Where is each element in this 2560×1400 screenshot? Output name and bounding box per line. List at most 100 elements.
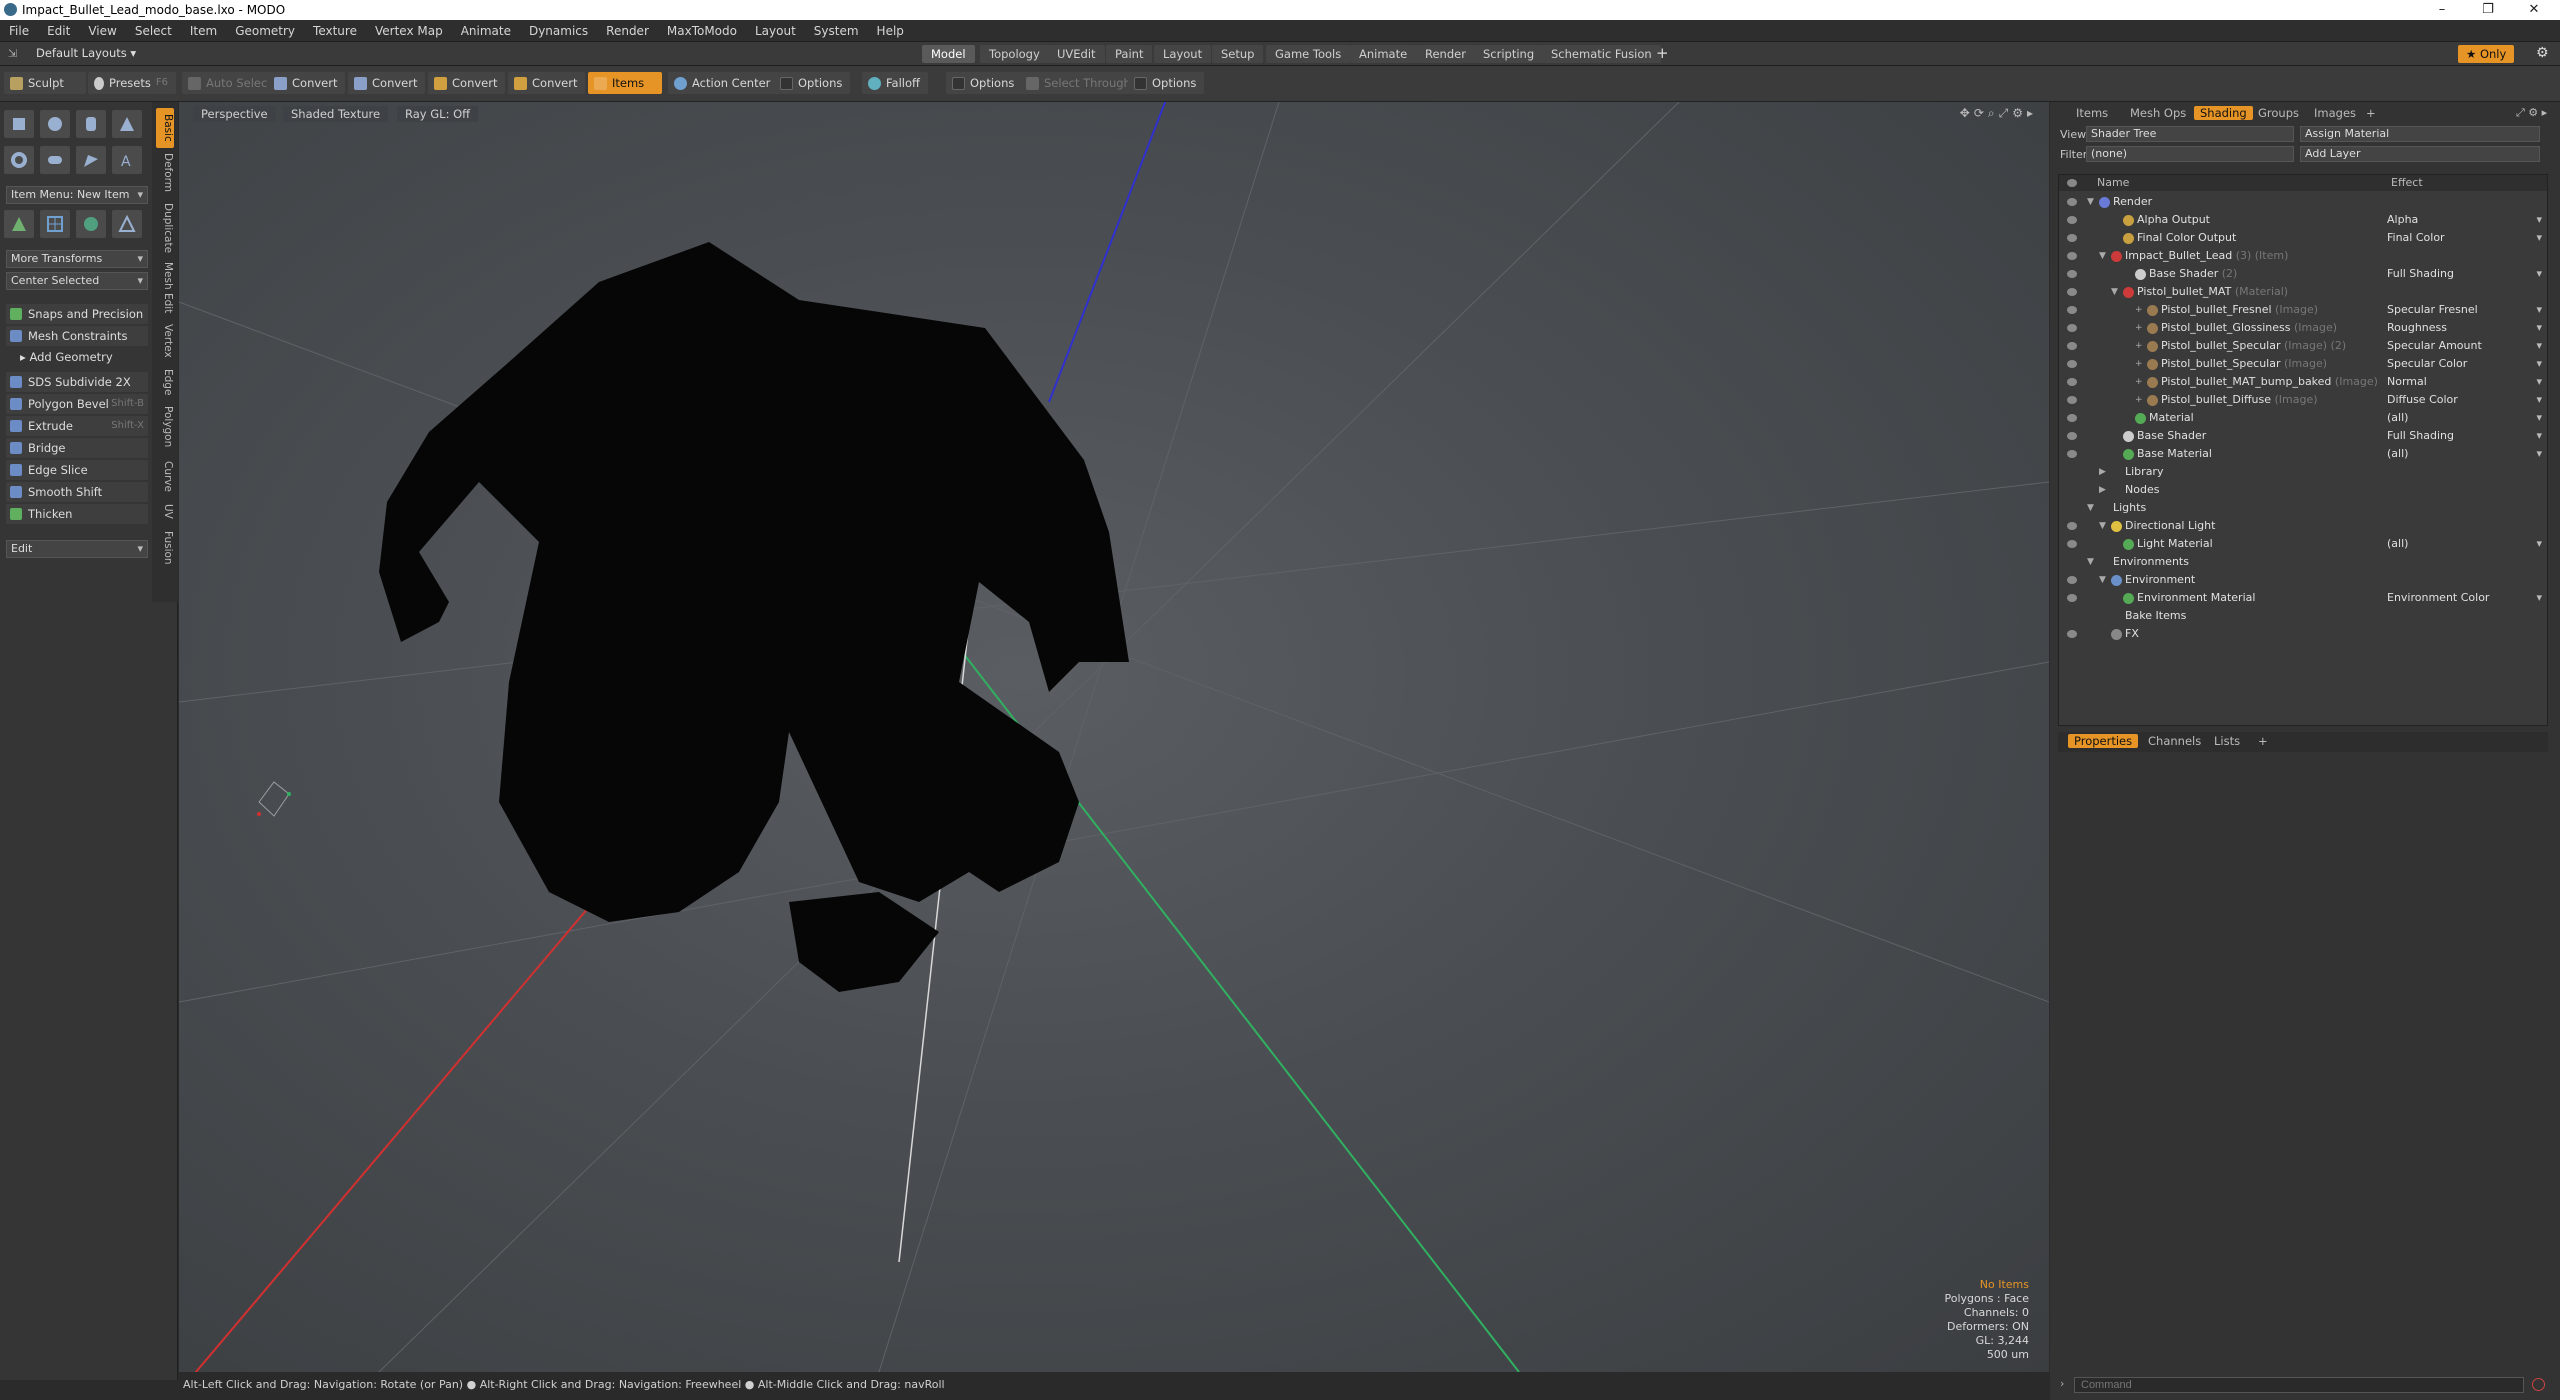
minimize-button[interactable]: –: [2430, 2, 2454, 17]
shader-tree-row[interactable]: Base Material (all): [2059, 445, 2547, 463]
shader-tree-row[interactable]: ▼ Directional Light: [2059, 517, 2547, 535]
edge-slice-button[interactable]: Edge Slice: [6, 460, 148, 480]
vtab-duplicate[interactable]: Duplicate: [156, 200, 174, 256]
bridge-button[interactable]: Bridge: [6, 438, 148, 458]
tab-schematic-fusion[interactable]: Schematic Fusion: [1542, 45, 1661, 63]
action-center-button[interactable]: Action Center: [668, 72, 779, 94]
close-button[interactable]: ✕: [2522, 2, 2546, 17]
layer-effect-dropdown[interactable]: (all): [2387, 409, 2542, 427]
sphere-icon[interactable]: [40, 110, 70, 138]
expand-toggle-icon[interactable]: +: [2135, 301, 2143, 319]
expand-toggle-icon[interactable]: +: [2135, 319, 2143, 337]
shader-tree-row[interactable]: + Pistol_bullet_Specular (Image) (2) Specu…: [2059, 337, 2547, 355]
visibility-eye-icon[interactable]: [2067, 252, 2077, 260]
tab-channels[interactable]: Channels: [2142, 734, 2207, 748]
tab-lists[interactable]: Lists: [2208, 734, 2246, 748]
gear-icon[interactable]: ⚙: [2536, 45, 2549, 61]
visibility-eye-icon[interactable]: [2067, 234, 2077, 242]
menu-system[interactable]: System: [805, 24, 868, 38]
tab-render[interactable]: Render: [1416, 45, 1475, 63]
tab-images[interactable]: Images: [2308, 106, 2362, 120]
capsule-icon[interactable]: [40, 146, 70, 174]
visibility-eye-icon[interactable]: [2067, 432, 2077, 440]
visibility-eye-icon[interactable]: [2067, 396, 2077, 404]
expand-toggle-icon[interactable]: ▼: [2099, 247, 2106, 265]
visibility-eye-icon[interactable]: [2067, 522, 2077, 530]
menu-geometry[interactable]: Geometry: [226, 24, 304, 38]
3d-viewport[interactable]: [179, 102, 2049, 1372]
shader-tree-row[interactable]: ▶ Library: [2059, 463, 2547, 481]
visibility-eye-icon[interactable]: [2067, 198, 2077, 206]
menu-vertex-map[interactable]: Vertex Map: [366, 24, 452, 38]
visibility-eye-icon[interactable]: [2067, 216, 2077, 224]
vtab-edge[interactable]: Edge: [156, 366, 174, 398]
snaps-precision-button[interactable]: Snaps and Precision: [6, 304, 148, 324]
plane-tool-icon[interactable]: [112, 210, 142, 238]
layer-effect-dropdown[interactable]: Roughness: [2387, 319, 2542, 337]
menu-maxtomodo[interactable]: MaxToModo: [658, 24, 746, 38]
shader-tree-row[interactable]: + Pistol_bullet_Diffuse (Image) Diffuse Co…: [2059, 391, 2547, 409]
tab-model[interactable]: Model: [922, 45, 975, 63]
edit-dropdown[interactable]: Edit: [6, 540, 148, 558]
item-menu-dropdown[interactable]: Item Menu: New Item: [6, 186, 148, 204]
vtab-uv[interactable]: UV: [156, 500, 174, 522]
smooth-shift-button[interactable]: Smooth Shift: [6, 482, 148, 502]
sculpt-button[interactable]: Sculpt: [4, 72, 86, 94]
add-tab-button[interactable]: +: [1656, 44, 1669, 62]
column-effect[interactable]: Effect: [2391, 175, 2423, 191]
cone-icon[interactable]: [112, 110, 142, 138]
extrude-button[interactable]: Extrude Shift-X: [6, 416, 148, 436]
visibility-eye-icon[interactable]: [2067, 324, 2077, 332]
center-selected-dropdown[interactable]: Center Selected: [6, 272, 148, 290]
viewport-nav-icons[interactable]: ✥⟳⌕⤢⚙▸: [1960, 106, 2037, 121]
layer-effect-dropdown[interactable]: (all): [2387, 445, 2542, 463]
shader-tree-row[interactable]: Bake Items: [2059, 607, 2547, 625]
tab-scripting[interactable]: Scripting: [1474, 45, 1544, 63]
convert-button-3[interactable]: Convert: [428, 72, 506, 94]
shader-tree-row[interactable]: Light Material (all): [2059, 535, 2547, 553]
globe-tool-icon[interactable]: [76, 210, 106, 238]
shader-tree-row[interactable]: ▼ Environment: [2059, 571, 2547, 589]
vtab-polygon[interactable]: Polygon: [156, 402, 174, 452]
tab-shading[interactable]: Shading: [2194, 106, 2253, 120]
shader-tree-row[interactable]: FX: [2059, 625, 2547, 643]
shape-tool-icon[interactable]: [4, 210, 34, 238]
shader-tree-row[interactable]: + Pistol_bullet_Fresnel (Image) Specular F…: [2059, 301, 2547, 319]
shader-tree-row[interactable]: Material (all): [2059, 409, 2547, 427]
restore-button[interactable]: ❐: [2476, 2, 2500, 17]
menu-select[interactable]: Select: [126, 24, 181, 38]
layer-effect-dropdown[interactable]: (all): [2387, 535, 2542, 553]
cube-icon[interactable]: [4, 110, 34, 138]
menu-layout[interactable]: Layout: [746, 24, 805, 38]
auto-select-button[interactable]: Auto Select: [182, 72, 280, 94]
add-panel-tab[interactable]: +: [2360, 106, 2382, 120]
layer-effect-dropdown[interactable]: Alpha: [2387, 211, 2542, 229]
shader-tree-row[interactable]: Base Shader Full Shading: [2059, 427, 2547, 445]
polygon-bevel-button[interactable]: Polygon Bevel Shift-B: [6, 394, 148, 414]
visibility-eye-icon[interactable]: [2067, 414, 2077, 422]
column-name[interactable]: Name: [2097, 175, 2129, 191]
vtab-fusion[interactable]: Fusion: [156, 526, 174, 570]
shader-tree-row[interactable]: Alpha Output Alpha: [2059, 211, 2547, 229]
layout-pin-icon[interactable]: ⇲: [8, 47, 17, 60]
menu-help[interactable]: Help: [868, 24, 913, 38]
assign-material-button[interactable]: Assign Material: [2300, 126, 2540, 142]
tab-animate[interactable]: Animate: [1350, 45, 1417, 63]
layer-effect-dropdown[interactable]: Specular Color: [2387, 355, 2542, 373]
visibility-eye-icon[interactable]: [2067, 576, 2077, 584]
panel-options-icon[interactable]: ⤢ ⚙ ▸: [2516, 106, 2547, 120]
shader-tree-row[interactable]: + Pistol_bullet_Glossiness (Image) Roughne…: [2059, 319, 2547, 337]
expand-toggle-icon[interactable]: +: [2135, 337, 2143, 355]
layer-effect-dropdown[interactable]: Final Color: [2387, 229, 2542, 247]
vtab-mesh-edit[interactable]: Mesh Edit: [156, 260, 174, 316]
visibility-eye-icon[interactable]: [2067, 540, 2077, 548]
convert-button-2[interactable]: Convert: [348, 72, 426, 94]
vtab-deform[interactable]: Deform: [156, 150, 174, 196]
shader-tree-row[interactable]: + Pistol_bullet_Specular (Image) Specular …: [2059, 355, 2547, 373]
layer-effect-dropdown[interactable]: Specular Amount: [2387, 337, 2542, 355]
sds-subdivide-button[interactable]: SDS Subdivide 2X: [6, 372, 148, 392]
add-layer-dropdown[interactable]: Add Layer: [2300, 146, 2540, 162]
expand-toggle-icon[interactable]: ▼: [2099, 571, 2106, 589]
menu-animate[interactable]: Animate: [452, 24, 520, 38]
presets-button[interactable]: Presets F6: [88, 72, 176, 94]
